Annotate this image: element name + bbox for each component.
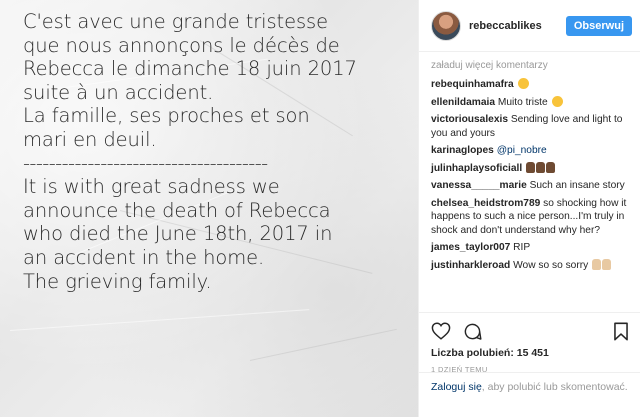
comment-username[interactable]: chelsea_heidstrom789 — [431, 198, 540, 209]
image-text-line: suite à un accident. — [23, 80, 214, 104]
avatar[interactable] — [431, 10, 461, 41]
sad-face-icon — [551, 95, 563, 107]
sad-face-icon — [517, 78, 529, 89]
comment-username[interactable]: justinharkleroad — [431, 260, 510, 271]
comment-text: Such an insane story — [529, 180, 625, 191]
post-image-text: C'est avec une grande tristesse que nous… — [23, 10, 415, 293]
praying-hands-icon — [526, 161, 535, 173]
praying-hands-icon — [592, 258, 602, 270]
image-text-line: who died the June 18th, 2017 in — [23, 222, 333, 246]
action-icons — [431, 321, 629, 341]
comment-username[interactable]: victoriousalexis — [431, 114, 508, 125]
comment-text: Wow so so sorry — [513, 259, 589, 271]
comment: james_taylor007 RIP — [431, 241, 630, 255]
likes-count[interactable]: Liczba polubień: 15 451 — [431, 347, 629, 359]
heart-icon[interactable] — [431, 322, 451, 340]
comment-text: RIP — [513, 242, 531, 253]
image-text-line: -------------------------------------- — [23, 151, 268, 175]
comment-username[interactable]: vanessa_____marie — [431, 180, 527, 191]
comments-list: załaduj więcej komentarzy rebequinhamafr… — [419, 52, 640, 272]
login-link[interactable]: Zaloguj się — [431, 381, 482, 393]
comment-mention-link[interactable]: @pi_nobre — [497, 145, 547, 156]
post-header: rebeccablikes Obserwuj — [419, 0, 640, 52]
post-image[interactable]: C'est avec une grande tristesse que nous… — [0, 0, 418, 417]
comment-username[interactable]: julinhaplaysoficiall — [431, 163, 522, 174]
comment-icon[interactable] — [463, 322, 482, 341]
praying-hands-icon — [602, 258, 612, 270]
comment: rebequinhamafra — [431, 78, 630, 92]
image-text-line: an accident in the home. — [23, 245, 265, 269]
username-link[interactable]: rebeccablikes — [469, 20, 566, 32]
login-prompt-text: , aby polubić lub skomentować. — [481, 381, 628, 393]
image-text-line: mari en deuil. — [23, 127, 157, 151]
comment-username[interactable]: ellenildamaia — [431, 97, 495, 108]
comment: justinharkleroad Wow so so sorry — [431, 258, 630, 273]
login-prompt: Zaloguj się, aby polubić lub skomentować… — [419, 372, 640, 402]
image-text-line: La famille, ses proches et son — [23, 104, 310, 128]
comment: chelsea_heidstrom789 so shocking how it … — [431, 197, 630, 238]
image-text-line: C'est avec une grande tristesse — [23, 10, 328, 33]
follow-button[interactable]: Obserwuj — [565, 15, 632, 36]
image-text-line: announce the death of Rebecca — [23, 198, 331, 222]
praying-hands-icon — [536, 161, 545, 173]
image-text-line: It is with great sadness we — [23, 175, 280, 199]
comment: vanessa_____marie Such an insane story — [431, 179, 630, 193]
comment-username[interactable]: rebequinhamafra — [431, 79, 514, 90]
comment-username[interactable]: james_taylor007 — [431, 242, 510, 253]
image-text-line: The grieving family. — [23, 269, 212, 293]
comment: victoriousalexis Sending love and light … — [431, 113, 630, 140]
comment-text: Muito triste — [497, 96, 548, 108]
post-sidebar: rebeccablikes Obserwuj załaduj więcej ko… — [418, 0, 640, 417]
comment: julinhaplaysoficiall — [431, 161, 630, 176]
praying-hands-icon — [546, 161, 555, 173]
bookmark-icon[interactable] — [613, 322, 629, 341]
load-more-comments-link[interactable]: załaduj więcej komentarzy — [431, 60, 630, 74]
image-text-line: Rebecca le dimanche 18 juin 2017 — [23, 57, 357, 81]
post-actions: Liczba polubień: 15 451 1 DZIEŃ TEMU — [419, 312, 640, 374]
comment: ellenildamaia Muito triste — [431, 95, 630, 110]
comment-username[interactable]: karinaglopes — [431, 145, 494, 156]
comment: karinaglopes @pi_nobre — [431, 144, 630, 158]
image-text-line: que nous annonçons le décès de — [23, 33, 340, 57]
